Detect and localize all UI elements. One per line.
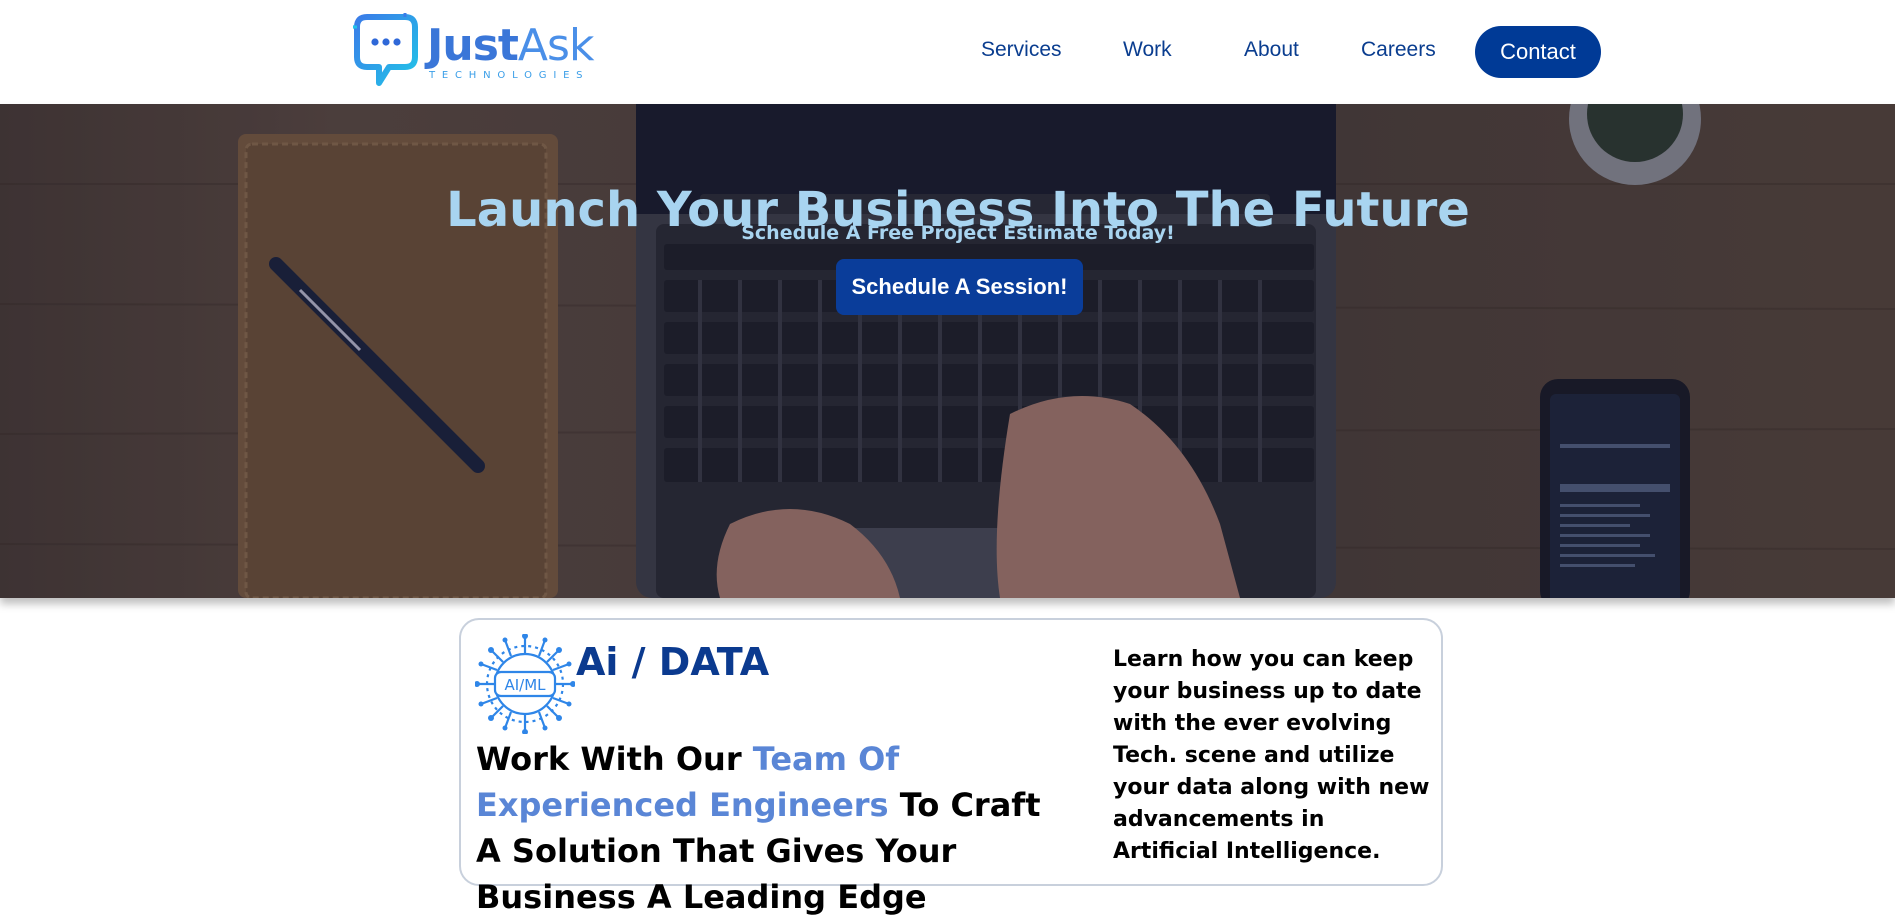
hero-subtitle: Schedule A Free Project Estimate Today! [741, 222, 1175, 244]
logo-word-ask: Ask [517, 20, 595, 71]
hero-dark-overlay [0, 104, 1895, 598]
ai-ml-chip-icon: AI/ML [475, 634, 575, 734]
schedule-session-button[interactable]: Schedule A Session! [836, 259, 1083, 315]
nav-work-link[interactable]: Work [1123, 38, 1172, 62]
contact-button[interactable]: Contact [1475, 26, 1601, 78]
headline-part1: Work With Our [476, 740, 753, 778]
logo-tagline: TECHNOLOGIES [429, 70, 590, 81]
nav-about-link[interactable]: About [1244, 38, 1299, 62]
hero-section: Launch Your Business Into The Future Sch… [0, 104, 1895, 598]
card-headline: Work With Our Team Of Experienced Engine… [476, 736, 1076, 920]
card-description: Learn how you can keep your business up … [1113, 647, 1430, 864]
logo[interactable]: JustAsk TECHNOLOGIES [353, 13, 613, 93]
logo-wordmark: JustAsk [427, 20, 595, 71]
nav-services-link[interactable]: Services [981, 38, 1062, 62]
nav-careers-link[interactable]: Careers [1361, 38, 1436, 62]
ai-data-card: AI/ML Ai / DATA Work With Our Team Of Ex… [459, 618, 1443, 916]
logo-word-just: Just [427, 20, 519, 71]
card-title: Ai / DATA [576, 640, 770, 684]
site-header: JustAsk TECHNOLOGIES Services Work About… [0, 0, 1895, 104]
ai-ml-icon-label: AI/ML [504, 676, 546, 694]
chat-bubble-logo-icon [353, 13, 418, 86]
